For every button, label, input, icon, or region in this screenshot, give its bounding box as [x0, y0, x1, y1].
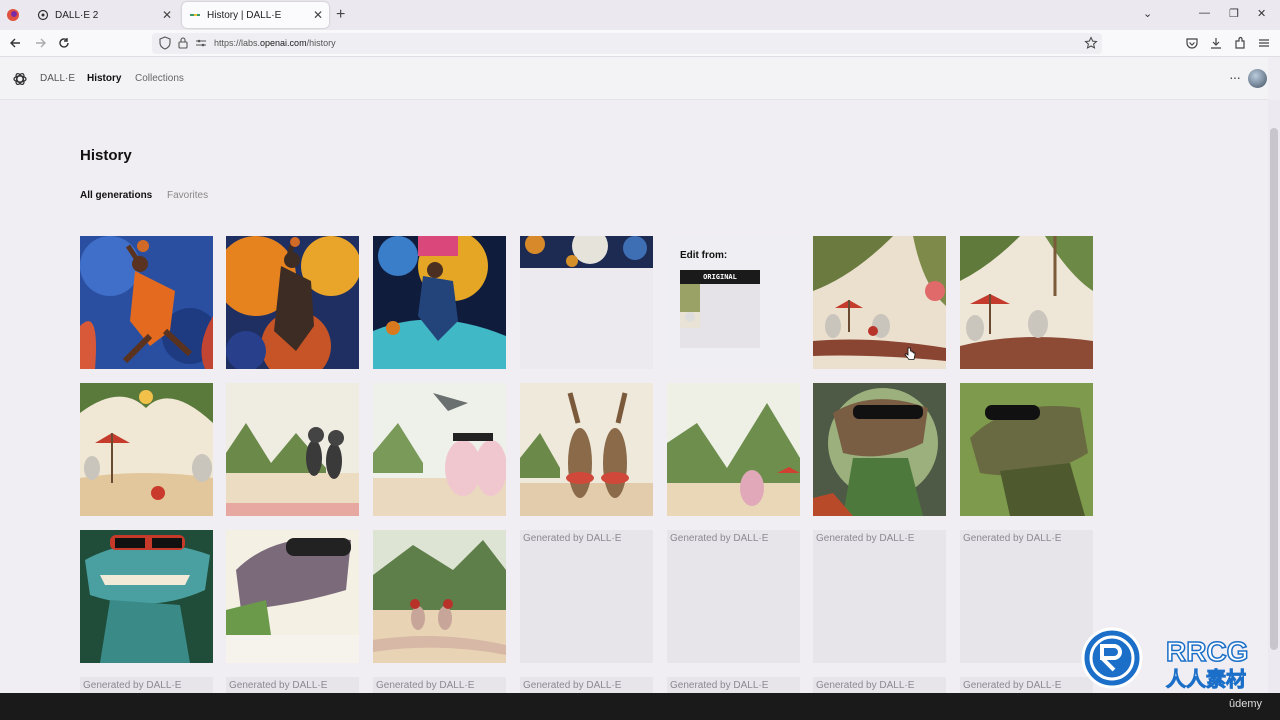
- brand-link[interactable]: DALL·E: [40, 73, 75, 84]
- page-scrollbar[interactable]: [1268, 100, 1280, 700]
- udemy-logo: ûdemy: [1229, 698, 1263, 710]
- image-tile-dino-sunglasses-1[interactable]: [813, 383, 946, 516]
- image-tile-ants-beach[interactable]: [226, 383, 359, 516]
- forward-icon[interactable]: [32, 35, 48, 51]
- browser-tab-history[interactable]: History | DALL·E ✕: [182, 2, 329, 28]
- url-domain: openai.com: [260, 38, 307, 48]
- placeholder-label: Generated by DALL·E: [963, 533, 1062, 544]
- placeholder-label: Generated by DALL·E: [376, 680, 475, 691]
- new-tab-icon[interactable]: +: [336, 6, 345, 24]
- app-header: DALL·E History Collections ···: [0, 57, 1268, 100]
- more-options-icon[interactable]: ···: [1229, 69, 1241, 85]
- url-text[interactable]: https://labs.openai.com/history: [214, 38, 336, 48]
- image-tile-pigs-beach[interactable]: [373, 383, 506, 516]
- permissions-icon[interactable]: [194, 36, 208, 50]
- scrollbar-thumb[interactable]: [1270, 128, 1278, 650]
- back-icon[interactable]: [8, 35, 24, 51]
- watermark-sub: 人人素材: [1166, 667, 1246, 690]
- image-tile-dunk-orange[interactable]: [226, 236, 359, 369]
- placeholder-label: Generated by DALL·E: [963, 680, 1062, 691]
- placeholder-tile[interactable]: Generated by DALL·E: [520, 530, 653, 663]
- placeholder-label: Generated by DALL·E: [523, 680, 622, 691]
- dalle-favicon-icon: [190, 14, 200, 16]
- url-prefix: https://labs.: [214, 38, 261, 48]
- close-tab-icon[interactable]: ✕: [160, 8, 174, 22]
- image-tile-dino-sunglasses-4[interactable]: [226, 530, 359, 663]
- browser-tab-dalle2[interactable]: DALL·E 2 ✕: [30, 2, 178, 28]
- hand-cursor-icon: [904, 347, 916, 360]
- edit-from-card[interactable]: Edit from: ORIGINAL: [667, 236, 800, 369]
- tab-all-generations[interactable]: All generations: [80, 190, 152, 201]
- image-tile-beach-mountains[interactable]: [667, 383, 800, 516]
- openai-icon: [37, 9, 49, 21]
- placeholder-tile[interactable]: Generated by DALL·E: [813, 530, 946, 663]
- address-bar[interactable]: https://labs.openai.com/history: [152, 33, 1102, 54]
- browser-tab-bar: DALL·E 2 ✕ History | DALL·E ✕ + ⌄ — ❐ ✕: [0, 0, 1280, 30]
- extensions-icon[interactable]: [1232, 35, 1248, 51]
- tab-list-chevron-icon[interactable]: ⌄: [1143, 7, 1152, 20]
- watermark-brand: RRCG: [1166, 636, 1248, 667]
- placeholder-label: Generated by DALL·E: [523, 533, 622, 544]
- close-tab-icon[interactable]: ✕: [311, 8, 325, 22]
- tab-title: History | DALL·E: [207, 9, 282, 21]
- close-window-icon[interactable]: ✕: [1257, 7, 1266, 20]
- edit-from-label: Edit from:: [680, 250, 728, 261]
- image-tile-dunk-blue[interactable]: [373, 236, 506, 369]
- url-path: /history: [306, 38, 336, 48]
- browser-nav-bar: https://labs.openai.com/history: [0, 30, 1280, 57]
- image-tile-mice-beach-1[interactable]: [813, 236, 946, 369]
- openai-logo-icon[interactable]: [12, 71, 28, 87]
- image-tile-dino-sunglasses-2[interactable]: [960, 383, 1093, 516]
- nav-collections[interactable]: Collections: [135, 73, 184, 84]
- placeholder-label: Generated by DALL·E: [670, 533, 769, 544]
- bookmark-star-icon[interactable]: [1084, 36, 1098, 50]
- image-tile-mice-beach-3[interactable]: [80, 383, 213, 516]
- tab-title: DALL·E 2: [55, 9, 99, 21]
- image-tile-kangaroos-beach[interactable]: [520, 383, 653, 516]
- page-title: History: [80, 147, 132, 164]
- image-tile-dunk-red[interactable]: [80, 236, 213, 369]
- placeholder-label: Generated by DALL·E: [816, 533, 915, 544]
- firefox-icon[interactable]: [5, 7, 21, 23]
- lock-icon[interactable]: [176, 36, 190, 50]
- nav-history[interactable]: History: [87, 73, 121, 84]
- tab-favorites[interactable]: Favorites: [167, 190, 208, 201]
- image-tile-generating[interactable]: [520, 236, 653, 369]
- download-icon[interactable]: [1208, 35, 1224, 51]
- pocket-icon[interactable]: [1184, 35, 1200, 51]
- restore-icon[interactable]: ❐: [1229, 7, 1239, 20]
- image-tile-mice-beach-2[interactable]: [960, 236, 1093, 369]
- placeholder-label: Generated by DALL·E: [83, 680, 182, 691]
- rrcg-watermark-logo: RRCG 人人素材: [1081, 627, 1249, 690]
- image-tile-dino-sunglasses-3[interactable]: [80, 530, 213, 663]
- original-badge: ORIGINAL: [680, 270, 760, 284]
- minimize-icon[interactable]: —: [1199, 7, 1210, 19]
- video-bottom-bar: [0, 693, 1280, 720]
- placeholder-label: Generated by DALL·E: [670, 680, 769, 691]
- placeholder-label: Generated by DALL·E: [229, 680, 328, 691]
- reload-icon[interactable]: [56, 35, 72, 51]
- shield-icon[interactable]: [158, 36, 172, 50]
- menu-icon[interactable]: [1256, 35, 1272, 51]
- placeholder-tile[interactable]: Generated by DALL·E: [667, 530, 800, 663]
- original-thumbnail[interactable]: [680, 284, 760, 348]
- avatar[interactable]: [1248, 69, 1267, 88]
- placeholder-label: Generated by DALL·E: [816, 680, 915, 691]
- image-tile-mice-tropical[interactable]: [373, 530, 506, 663]
